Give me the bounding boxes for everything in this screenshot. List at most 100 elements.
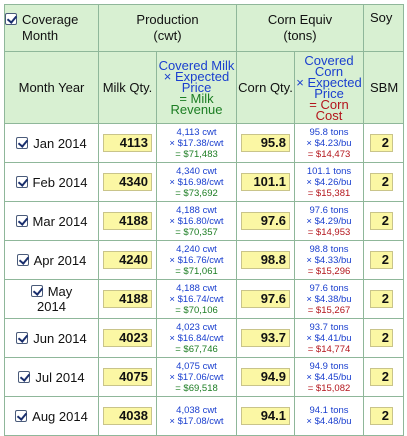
sbm-qty-input[interactable]: 2	[370, 212, 393, 230]
corn-cost-cell: 101.1 tons × $4.26/bu = $15,381	[294, 162, 364, 202]
milk-formula-line5: Revenue	[170, 102, 223, 117]
milk-qty-input[interactable]: 4340	[103, 173, 152, 191]
corn-cost-cell: 94.1 tons × $4.48/bu	[294, 396, 364, 436]
milk-qty-input[interactable]: 4038	[103, 407, 152, 425]
table-row: May 2014 4188 4,188 cwt × $16.74/cwt = $70,10…	[4, 279, 404, 319]
sbm-qty-cell: 2	[363, 357, 404, 397]
month-label: Jan 2014	[33, 135, 87, 151]
sbm-qty-input[interactable]: 2	[370, 173, 393, 191]
production-header-unit: (cwt)	[153, 28, 182, 43]
sbm-qty-cell: 2	[363, 279, 404, 319]
corn-qty-input[interactable]: 94.1	[241, 407, 290, 425]
month-cell[interactable]: Apr 2014	[4, 240, 99, 280]
corn-cost-total: = $14,774	[307, 343, 351, 355]
sbm-qty-cell: 2	[363, 318, 404, 358]
sbm-qty-input[interactable]: 2	[370, 407, 393, 425]
corn-covered-qty: 94.1 tons	[309, 405, 349, 416]
production-header: Production (cwt)	[98, 4, 237, 52]
sbm-qty-input[interactable]: 2	[370, 134, 393, 152]
milk-qty-input[interactable]: 4075	[103, 368, 152, 386]
milk-covered-qty: 4,340 cwt	[176, 165, 217, 177]
coverage-checkbox[interactable]	[16, 331, 29, 344]
coverage-checkbox[interactable]	[16, 136, 29, 149]
corn-qty-cell: 98.8	[236, 240, 295, 280]
sbm-qty-input[interactable]: 2	[370, 290, 393, 308]
corn-cost-total: = $14,473	[307, 148, 351, 160]
corn-qty-input[interactable]: 97.6	[241, 212, 290, 230]
month-label: Aug 2014	[32, 408, 88, 424]
header-row-1: Coverage Month Production (cwt) Corn Equi…	[4, 4, 404, 52]
milk-covered-qty: 4,038 cwt	[176, 405, 217, 416]
month-cell[interactable]: Jul 2014	[4, 357, 99, 397]
milk-revenue-total: = $70,357	[175, 226, 218, 238]
milk-expected-price: × $16.98/cwt	[169, 176, 224, 188]
month-cell[interactable]: Feb 2014	[4, 162, 99, 202]
month-cell[interactable]: Jun 2014	[4, 318, 99, 358]
milk-qty-input[interactable]: 4023	[103, 329, 152, 347]
milk-revenue-total: = $71,061	[175, 265, 218, 277]
milk-revenue-total: = $73,692	[175, 187, 218, 199]
corn-cost-total: = $15,296	[307, 265, 351, 277]
month-cell[interactable]: May 2014	[4, 279, 99, 319]
milk-revenue-total: = $69,518	[175, 382, 218, 394]
milk-expected-price: × $16.76/cwt	[169, 254, 224, 266]
corn-qty-cell: 97.6	[236, 279, 295, 319]
corn-qty-input[interactable]: 93.7	[241, 329, 290, 347]
sbm-qty-input[interactable]: 2	[370, 329, 393, 347]
corn-cost-total: = $15,082	[307, 382, 351, 394]
milk-qty-cell: 4038	[98, 396, 157, 436]
milk-expected-price: × $17.06/cwt	[169, 371, 224, 383]
sbm-qty-input[interactable]: 2	[370, 251, 393, 269]
milk-covered-qty: 4,240 cwt	[176, 243, 217, 255]
corn-equiv-header: Corn Equiv (tons)	[236, 4, 364, 52]
month-label: Apr 2014	[33, 252, 87, 268]
milk-qty-input[interactable]: 4188	[103, 212, 152, 230]
corn-expected-price: × $4.29/bu	[306, 215, 352, 227]
milk-qty-input[interactable]: 4188	[103, 290, 152, 308]
corn-qty-header: Corn Qty.	[236, 51, 295, 124]
milk-qty-input[interactable]: 4240	[103, 251, 152, 269]
coverage-month-header[interactable]: Coverage Month	[4, 4, 99, 52]
month-cell[interactable]: Jan 2014	[4, 123, 99, 163]
milk-revenue-cell: 4,340 cwt × $16.98/cwt = $73,692	[156, 162, 237, 202]
coverage-checkbox[interactable]	[16, 253, 29, 266]
coverage-table: Coverage Month Production (cwt) Corn Equi…	[4, 4, 404, 436]
corn-qty-input[interactable]: 101.1	[241, 173, 290, 191]
month-cell[interactable]: Aug 2014	[4, 396, 99, 436]
corn-cost-formula-header: Covered Corn × Expected Price = Corn Cos…	[294, 51, 364, 124]
coverage-checkbox[interactable]	[15, 214, 28, 227]
month-cell[interactable]: Mar 2014	[4, 201, 99, 241]
coverage-checkbox[interactable]	[15, 409, 28, 422]
table-row: Mar 2014 4188 4,188 cwt × $16.80/cwt = $70,3…	[4, 201, 404, 241]
milk-revenue-cell: 4,113 cwt × $17.38/cwt = $71,483	[156, 123, 237, 163]
corn-qty-input[interactable]: 95.8	[241, 134, 290, 152]
month-label: Feb 2014	[32, 174, 88, 190]
corn-qty-cell: 97.6	[236, 201, 295, 241]
corn-cost-total: = $15,381	[307, 187, 351, 199]
coverage-master-checkbox[interactable]	[5, 13, 17, 25]
table-row: Feb 2014 4340 4,340 cwt × $16.98/cwt = $73,6…	[4, 162, 404, 202]
coverage-checkbox[interactable]	[15, 175, 28, 188]
milk-qty-header: Milk Qty.	[98, 51, 157, 124]
sbm-qty-input[interactable]: 2	[370, 368, 393, 386]
milk-revenue-cell: 4,075 cwt × $17.06/cwt = $69,518	[156, 357, 237, 397]
soy-header-label: Soy	[370, 10, 393, 25]
table-row: Jul 2014 4075 4,075 cwt × $17.06/cwt = $69,5…	[4, 357, 404, 397]
corn-covered-qty: 101.1 tons	[306, 165, 352, 177]
milk-qty-input[interactable]: 4113	[103, 134, 152, 152]
sbm-qty-cell: 2	[363, 396, 404, 436]
corn-qty-input[interactable]: 98.8	[241, 251, 290, 269]
month-label: Mar 2014	[32, 213, 88, 229]
milk-expected-price: × $17.38/cwt	[169, 137, 224, 149]
corn-expected-price: × $4.38/bu	[306, 293, 352, 305]
month-label-line2: 2014	[37, 299, 66, 314]
corn-covered-qty: 97.6 tons	[309, 282, 349, 294]
coverage-checkbox[interactable]	[30, 285, 43, 297]
milk-expected-price: × $16.80/cwt	[169, 215, 224, 227]
corn-qty-input[interactable]: 94.9	[241, 368, 290, 386]
milk-revenue-total: = $70,106	[175, 304, 218, 316]
corn-qty-input[interactable]: 97.6	[241, 290, 290, 308]
milk-covered-qty: 4,188 cwt	[176, 282, 217, 294]
header-row-2: Month Year Milk Qty. Covered Milk × Expe…	[4, 51, 404, 124]
coverage-checkbox[interactable]	[18, 370, 31, 383]
